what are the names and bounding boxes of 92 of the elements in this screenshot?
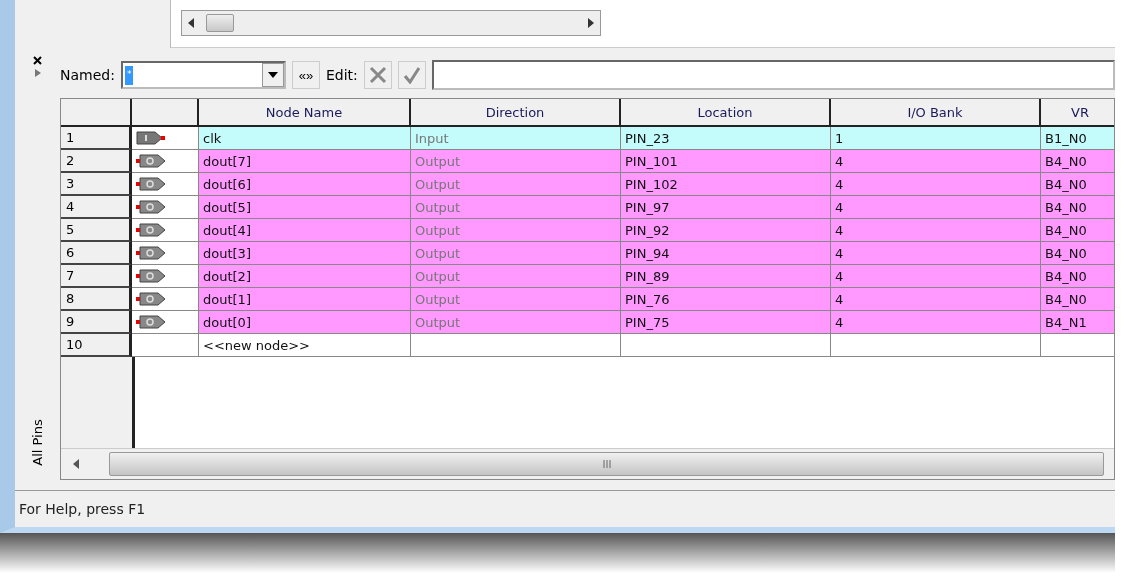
cross-icon <box>368 66 387 84</box>
table-cell: B4_N1 <box>1041 311 1114 334</box>
table-cell: dout[1] <box>199 288 411 311</box>
row-number: 5 <box>61 219 132 242</box>
column-header[interactable]: Location <box>621 99 831 127</box>
table-cell: Output <box>411 288 621 311</box>
table-cell: B4_N0 <box>1041 150 1114 173</box>
table-cell: PIN_23 <box>621 127 831 150</box>
table-cell: B4_N0 <box>1041 196 1114 219</box>
dropdown-button[interactable] <box>261 63 284 87</box>
row-number: 7 <box>61 265 132 288</box>
column-header[interactable]: Direction <box>411 99 621 127</box>
table-cell: 4 <box>831 242 1041 265</box>
table-cell: Output <box>411 265 621 288</box>
table-cell: dout[2] <box>199 265 411 288</box>
status-text: For Help, press F1 <box>18 501 146 517</box>
table-cell: PIN_94 <box>621 242 831 265</box>
row-number: 6 <box>61 242 132 265</box>
scroll-bar[interactable] <box>181 10 601 36</box>
column-header[interactable]: I/O Bank <box>831 99 1041 127</box>
table-cell: 4 <box>831 150 1041 173</box>
output-pin-icon <box>136 154 166 168</box>
table-cell: dout[6] <box>199 173 411 196</box>
row-number: 9 <box>61 311 132 334</box>
side-tab[interactable]: All Pins <box>30 419 45 466</box>
table-cell: PIN_102 <box>621 173 831 196</box>
edit-label: Edit: <box>325 67 358 83</box>
edit-field[interactable] <box>431 60 1115 90</box>
table-cell: PIN_76 <box>621 288 831 311</box>
row-number: 2 <box>61 150 132 173</box>
table-cell: Output <box>411 150 621 173</box>
table-cell: <<new node>> <box>199 334 411 357</box>
table-cell: PIN_97 <box>621 196 831 219</box>
output-pin-icon <box>136 269 166 283</box>
table-cell: Input <box>411 127 621 150</box>
table-cell: B4_N0 <box>1041 173 1114 196</box>
expand-arrow-icon[interactable] <box>34 69 41 77</box>
table-cell: B4_N0 <box>1041 242 1114 265</box>
left-arrow-icon[interactable] <box>188 18 194 28</box>
input-pin-icon <box>136 131 166 145</box>
table-cell: 4 <box>831 196 1041 219</box>
scroll-thumb[interactable] <box>109 452 1104 476</box>
scroll-thumb[interactable] <box>206 14 234 32</box>
table-cell: dout[3] <box>199 242 411 265</box>
table-cell: dout[0] <box>199 311 411 334</box>
output-pin-icon <box>136 200 166 214</box>
close-icon[interactable] <box>33 56 42 65</box>
row-number: 10 <box>61 334 132 357</box>
output-pin-icon <box>136 292 166 306</box>
column-header[interactable]: VR <box>1041 99 1114 127</box>
table-cell: Output <box>411 173 621 196</box>
table-cell: 4 <box>831 219 1041 242</box>
row-number: 1 <box>61 127 132 150</box>
caret-icon <box>267 72 278 78</box>
table-cell: 4 <box>831 311 1041 334</box>
row-number: 8 <box>61 288 132 311</box>
output-pin-icon <box>136 177 166 191</box>
table-cell: PIN_89 <box>621 265 831 288</box>
row-number: 4 <box>61 196 132 219</box>
table-cell: Output <box>411 242 621 265</box>
accept-button[interactable] <box>397 61 426 89</box>
output-pin-icon <box>136 223 166 237</box>
table-cell: dout[4] <box>199 219 411 242</box>
table-cell: Output <box>411 219 621 242</box>
table-cell: 4 <box>831 265 1041 288</box>
table-cell: clk <box>199 127 411 150</box>
table-cell: PIN_75 <box>621 311 831 334</box>
table-cell: 4 <box>831 173 1041 196</box>
table-cell: B4_N0 <box>1041 288 1114 311</box>
column-header[interactable] <box>132 99 199 127</box>
table-cell: PIN_101 <box>621 150 831 173</box>
table-cell: Output <box>411 196 621 219</box>
row-number: 3 <box>61 173 132 196</box>
check-icon <box>402 66 421 84</box>
table-cell: dout[7] <box>199 150 411 173</box>
table-cell: Output <box>411 311 621 334</box>
output-pin-icon <box>136 315 166 329</box>
table-cell: PIN_92 <box>621 219 831 242</box>
output-pin-icon <box>136 246 166 260</box>
named-label: Named: <box>60 67 115 83</box>
expand-button[interactable]: «» <box>291 61 320 89</box>
table-cell: B4_N0 <box>1041 219 1114 242</box>
cancel-button[interactable] <box>363 61 392 89</box>
right-arrow-icon[interactable] <box>588 18 594 28</box>
column-header[interactable]: Node Name <box>199 99 411 127</box>
corner-header <box>61 99 132 127</box>
table-cell: dout[5] <box>199 196 411 219</box>
table-cell: B1_N0 <box>1041 127 1114 150</box>
table-cell: 4 <box>831 288 1041 311</box>
table-cell: B4_N0 <box>1041 265 1114 288</box>
left-arrow-icon[interactable] <box>73 459 79 469</box>
table-cell: 1 <box>831 127 1041 150</box>
